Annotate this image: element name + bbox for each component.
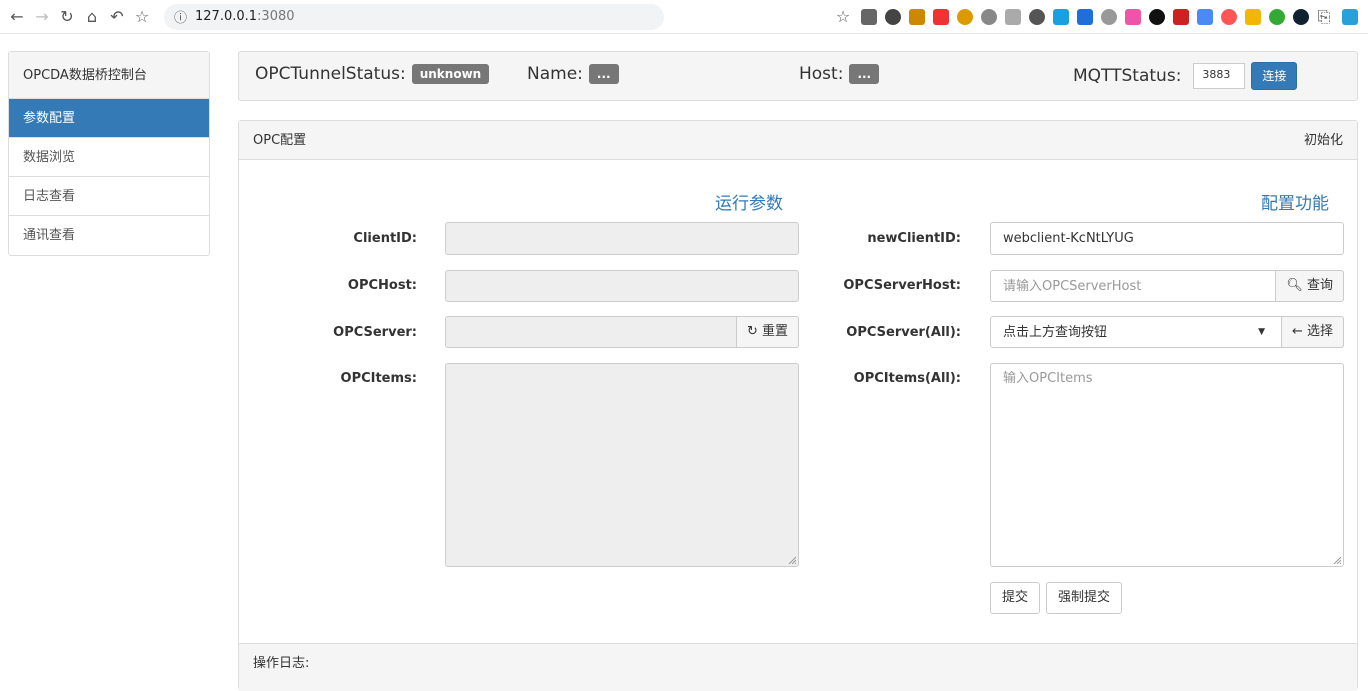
operation-log-bar: 操作日志: (239, 643, 1357, 691)
chevron-down-icon: ▼ (1258, 327, 1265, 337)
opcitems-label: OPCItems: (340, 371, 417, 386)
pen-ext-icon[interactable] (1221, 8, 1237, 25)
serverhost-label: OPCServerHost: (843, 278, 961, 293)
download-ext-icon[interactable] (861, 8, 877, 25)
status-panel: OPCTunnelStatus: unknown Name: ... Host:… (238, 51, 1358, 101)
serverhost-input[interactable]: 请输入OPCServerHost 🔍︎ 查询 (990, 270, 1344, 302)
host-badge: ... (849, 64, 880, 84)
sidebar-title: OPCDA数据桥控制台 (9, 52, 209, 99)
sidebar-item-param-config[interactable]: 参数配置 (9, 99, 209, 138)
opcserver-label: OPCServer: (333, 325, 417, 340)
mqtt-status-field: MQTTStatus: 3883 连接 (1073, 62, 1298, 90)
panel-title: OPC配置 (253, 133, 307, 148)
opcitems-textarea (445, 363, 799, 567)
c-ext-icon[interactable] (1053, 8, 1069, 25)
eye-ext-icon[interactable] (1029, 8, 1045, 25)
bookmark-star-icon[interactable]: ☆ (131, 7, 153, 26)
undo-ext-icon[interactable] (885, 8, 901, 25)
tunnel-status-badge: unknown (411, 64, 490, 84)
host-field: Host: ... (799, 64, 880, 84)
clientid-label: ClientID: (353, 231, 417, 246)
newclientid-value: webclient-KcNtLYUG (1003, 231, 1134, 246)
ip-ext-icon[interactable] (1101, 8, 1117, 25)
image-ext-icon[interactable] (1005, 8, 1021, 25)
opchost-label: OPCHost: (347, 278, 417, 293)
forward-icon[interactable]: → (31, 7, 53, 26)
share-icon[interactable]: ⎘ (1313, 7, 1335, 27)
runtime-section-title: 运行参数 (715, 194, 783, 214)
refresh-icon: ↻ (746, 324, 758, 339)
w-ext-icon[interactable] (1077, 8, 1093, 25)
mqtt-status-label: MQTTStatus: (1073, 66, 1182, 86)
note-ext-icon[interactable] (1245, 8, 1261, 25)
itemsall-placeholder: 输入OPCItems (1003, 371, 1093, 386)
query-button[interactable]: 🔍︎ 查询 (1275, 270, 1344, 302)
reset-button-label: 重置 (761, 324, 788, 339)
fe-ext-icon[interactable] (933, 8, 949, 25)
profile-ext-icon[interactable] (1342, 8, 1358, 25)
url-port: :3080 (257, 9, 295, 24)
query-button-label: 查询 (1306, 278, 1333, 293)
serverall-select[interactable]: 点击上方查询按钮 ▼ ← 选择 (990, 316, 1344, 348)
mqtt-port-input[interactable]: 3883 (1193, 63, 1246, 89)
submit-button[interactable]: 提交 (990, 582, 1041, 614)
host-label: Host: (799, 64, 844, 84)
url-host: 127.0.0.1 (195, 9, 258, 24)
itemsall-label: OPCItems(All): (853, 371, 961, 386)
serverall-label: OPCServer(All): (846, 325, 961, 340)
translate-ext-icon[interactable] (1197, 8, 1213, 25)
select-button-label: 选择 (1306, 324, 1333, 339)
tunnel-status-label: OPCTunnelStatus: (255, 64, 406, 84)
select-button[interactable]: ← 选择 (1280, 316, 1344, 348)
init-button[interactable]: 初始化 (1304, 121, 1343, 159)
reload-icon[interactable]: ↻ (56, 7, 78, 26)
newclientid-input[interactable]: webclient-KcNtLYUG (990, 222, 1344, 255)
cookie-ext-icon[interactable] (957, 8, 973, 25)
opchost-field (445, 270, 799, 302)
gear-ext-icon[interactable] (981, 8, 997, 25)
reset-button[interactable]: ↻ 重置 (735, 316, 799, 348)
itemsall-textarea[interactable]: 输入OPCItems (990, 363, 1344, 567)
dark-ext-icon[interactable] (1149, 8, 1165, 25)
tunnel-status-field: OPCTunnelStatus: unknown (255, 64, 490, 84)
opc-config-panel: OPC配置 初始化 运行参数 配置功能 ClientID: OPCHost: O… (238, 120, 1358, 691)
sidebar: OPCDA数据桥控制台 参数配置 数据浏览 日志查看 通讯查看 (8, 51, 210, 256)
connect-button[interactable]: 连接 (1251, 62, 1298, 90)
name-label: Name: (527, 64, 583, 84)
history-back-icon[interactable]: ↶ (106, 7, 128, 26)
sidebar-item-data-browse[interactable]: 数据浏览 (9, 138, 209, 177)
address-bar[interactable]: ⓘ 127.0.0.1:3080 (164, 3, 664, 30)
hash-ext-icon[interactable] (1293, 8, 1309, 25)
pilcrow-ext-icon[interactable] (909, 8, 925, 25)
bookmark-page-icon[interactable]: ☆ (832, 7, 854, 26)
arrow-left-icon: ← (1291, 324, 1303, 339)
name-field: Name: ... (527, 64, 619, 84)
force-submit-button[interactable]: 强制提交 (1046, 582, 1123, 614)
extensions-bar: ☆ ⎘ (832, 7, 1362, 27)
search-icon: 🔍︎ (1286, 278, 1303, 293)
newclientid-label: newClientID: (867, 231, 961, 246)
clientid-field (445, 222, 799, 255)
back-icon[interactable]: ← (6, 7, 28, 26)
shield-ext-icon[interactable] (1269, 8, 1285, 25)
home-icon[interactable]: ⌂ (81, 7, 103, 26)
sidebar-item-log-view[interactable]: 日志查看 (9, 177, 209, 216)
name-badge: ... (588, 64, 619, 84)
sidebar-item-comm-view[interactable]: 通讯查看 (9, 216, 209, 255)
opcserver-field: ↻ 重置 (445, 316, 799, 348)
resize-grip-icon (1333, 556, 1341, 564)
info-icon[interactable]: ⓘ (174, 7, 187, 26)
palette-ext-icon[interactable] (1125, 8, 1141, 25)
panel-header: OPC配置 初始化 (239, 121, 1357, 160)
config-section-title: 配置功能 (1261, 194, 1329, 214)
browser-toolbar: ← → ↻ ⌂ ↶ ☆ ⓘ 127.0.0.1:3080 ☆ ⎘ (0, 0, 1368, 34)
resize-grip-icon (788, 556, 796, 564)
glasses-ext-icon[interactable] (1173, 8, 1189, 25)
operation-log-label: 操作日志: (253, 656, 310, 671)
